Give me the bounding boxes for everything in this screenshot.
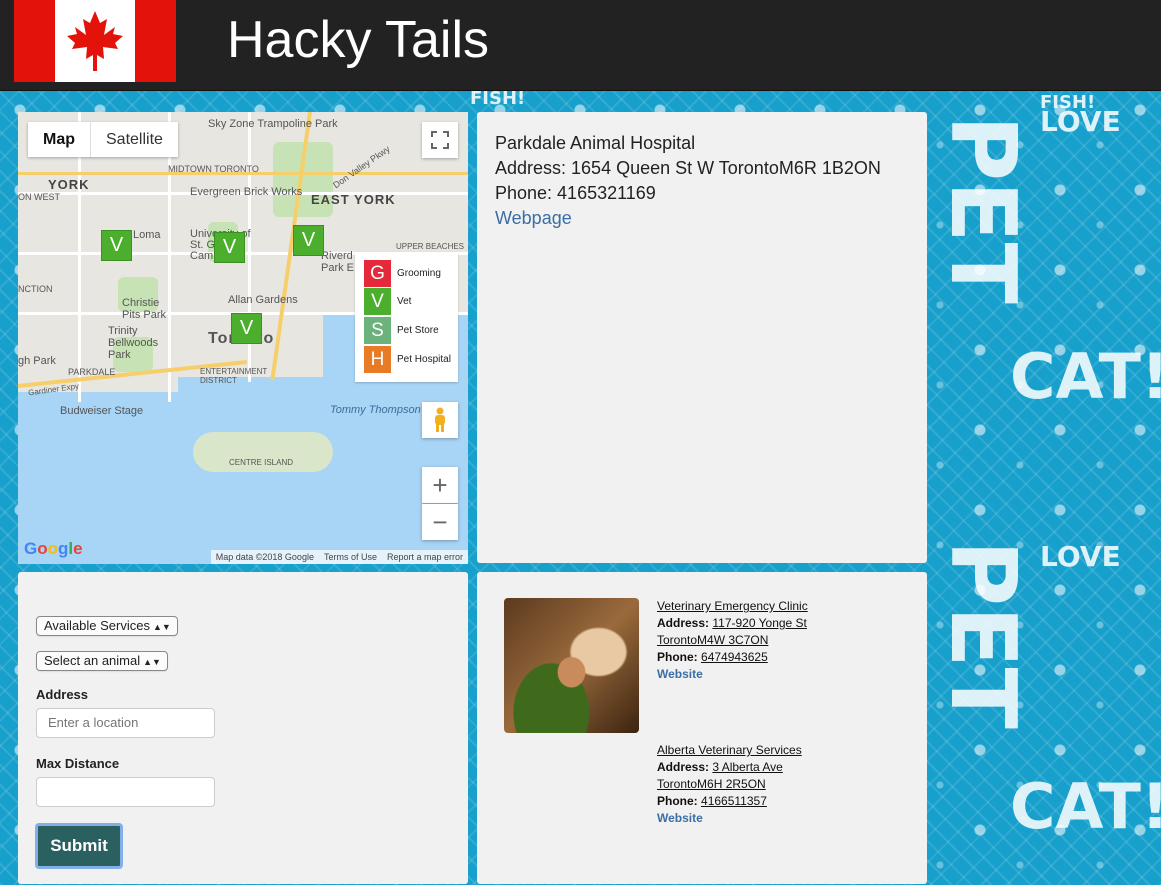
map-attribution: Map data ©2018 Google Terms of Use Repor… [210, 550, 468, 564]
services-select[interactable]: Available Services ▲▼ [36, 616, 178, 636]
map-label: CENTRE ISLAND [229, 458, 294, 467]
legend-item-pet-store: S Pet Store [364, 317, 439, 344]
legend-label: Vet [397, 296, 412, 307]
result-website-link[interactable]: Website [657, 811, 703, 825]
bg-text-cat: CAT!! [1010, 340, 1161, 413]
vet-marker[interactable]: V [214, 232, 245, 263]
bg-text-love: LOVE [1040, 540, 1121, 573]
webpage-link[interactable]: Webpage [495, 208, 572, 228]
map-label: PARKDALE [68, 367, 116, 377]
map-label: MIDTOWN TORONTO [168, 164, 259, 174]
map-label: ON WEST [18, 192, 60, 202]
location-phone: Phone: 4165321169 [495, 183, 656, 203]
selected-location-panel: Parkdale Animal Hospital Address: 1654 Q… [477, 112, 927, 563]
map-type-control: Map Satellite [28, 122, 178, 157]
animal-select-value: Select an animal [44, 653, 141, 668]
bg-text-pet: PET [930, 115, 1035, 304]
legend-swatch: H [364, 346, 391, 373]
minus-icon: − [432, 507, 448, 537]
plus-icon: + [432, 470, 448, 500]
report-map-error-link[interactable]: Report a map error [382, 550, 468, 564]
legend-label: Pet Hospital [397, 354, 451, 365]
maple-leaf-icon [67, 11, 123, 71]
pegman-icon [435, 407, 445, 432]
submit-button[interactable]: Submit [35, 823, 123, 869]
map-label: Budweiser Stage [60, 405, 144, 417]
result-name-link[interactable]: Veterinary Emergency Clinic [657, 599, 808, 613]
map-label: Loma [133, 229, 161, 241]
map-label: UPPER BEACHES [396, 242, 465, 251]
address-input[interactable] [36, 708, 215, 738]
max-distance-input[interactable] [36, 777, 215, 807]
zoom-in-button[interactable]: + [422, 467, 458, 503]
terms-of-use-link[interactable]: Terms of Use [319, 550, 382, 564]
legend-label: Pet Store [397, 325, 439, 336]
site-header: Hacky Tails [0, 0, 1161, 91]
result-address-link[interactable]: TorontoM4W 3C7ON [657, 633, 768, 647]
result-address-link[interactable]: 3 Alberta Ave [712, 760, 783, 774]
address-label: Address: [657, 760, 710, 774]
fullscreen-icon [431, 131, 449, 149]
map-label: Sky Zone Trampoline Park [208, 118, 338, 130]
max-distance-label: Max Distance [36, 756, 120, 771]
vet-marker[interactable]: V [101, 230, 132, 261]
vet-marker[interactable]: V [293, 225, 324, 256]
legend-item-vet: V Vet [364, 288, 411, 315]
address-label: Address: [657, 616, 710, 630]
select-arrows-icon: ▲▼ [152, 622, 171, 632]
map-label: Don Valley Pkwy [331, 143, 392, 191]
canada-flag-logo [14, 0, 176, 82]
map-label: YORK [48, 177, 90, 192]
map-label: NCTION [18, 284, 53, 294]
result-name-link[interactable]: Alberta Veterinary Services [657, 743, 802, 757]
vet-marker[interactable]: V [231, 313, 262, 344]
result-phone-link[interactable]: 4166511357 [701, 794, 767, 808]
map-label: Trinity Bellwoods Park [108, 325, 159, 361]
address-label: Address [36, 687, 89, 702]
fullscreen-button[interactable] [422, 122, 458, 158]
phone-label: Phone: [657, 650, 698, 664]
map-legend: G Grooming V Vet S Pet Store H Pet Hospi… [355, 252, 458, 382]
result-item: Alberta Veterinary Services Address: 3 A… [657, 742, 802, 827]
search-form-panel: Available Services ▲▼ Select an animal ▲▼ … [18, 572, 468, 884]
zoom-out-button[interactable]: − [422, 504, 458, 540]
result-address-link[interactable]: TorontoM6H 2R5ON [657, 777, 766, 791]
location-address: Address: 1654 Queen St W TorontoM6R 1B2O… [495, 158, 881, 178]
map-label: Christie Pits Park [122, 297, 167, 321]
map-view[interactable]: Sky Zone Trampoline Park YORK ON WEST MI… [18, 112, 468, 564]
legend-swatch: V [364, 288, 391, 315]
legend-swatch: S [364, 317, 391, 344]
map-label: EAST YORK [311, 192, 396, 207]
site-title: Hacky Tails [227, 11, 490, 69]
animal-select[interactable]: Select an animal ▲▼ [36, 651, 168, 671]
result-website-link[interactable]: Website [657, 667, 703, 681]
map-label: Allan Gardens [228, 294, 298, 306]
legend-swatch: G [364, 260, 391, 287]
bg-text-fish: FISH! [470, 88, 526, 109]
map-data-credit: Map data ©2018 Google [215, 552, 314, 562]
select-arrows-icon: ▲▼ [143, 657, 161, 667]
legend-item-pet-hospital: H Pet Hospital [364, 346, 451, 373]
result-item: Veterinary Emergency Clinic Address: 117… [657, 598, 808, 683]
map-label: gh Park [18, 355, 56, 367]
map-label: Tommy Thompson [330, 404, 421, 416]
phone-label: Phone: [657, 794, 698, 808]
bg-text-love: LOVE [1040, 105, 1121, 138]
google-logo: Google [24, 539, 83, 558]
map-label: Evergreen Brick Works [190, 186, 303, 198]
street-view-pegman-button[interactable] [422, 402, 458, 438]
map-type-map-button[interactable]: Map [28, 122, 91, 157]
map-label: ENTERTAINMENT DISTRICT [200, 367, 268, 385]
bg-text-cat: CAT!! [1010, 770, 1161, 843]
legend-label: Grooming [397, 268, 441, 279]
map-type-satellite-button[interactable]: Satellite [91, 122, 178, 157]
bg-text-pet: PET [930, 540, 1035, 729]
result-thumbnail-image [504, 598, 639, 733]
results-panel: Veterinary Emergency Clinic Address: 117… [477, 572, 927, 884]
legend-item-grooming: G Grooming [364, 260, 441, 287]
result-phone-link[interactable]: 6474943625 [701, 650, 768, 664]
location-name: Parkdale Animal Hospital [495, 133, 696, 153]
services-select-value: Available Services [44, 618, 150, 633]
result-address-link[interactable]: 117-920 Yonge St [712, 616, 807, 630]
